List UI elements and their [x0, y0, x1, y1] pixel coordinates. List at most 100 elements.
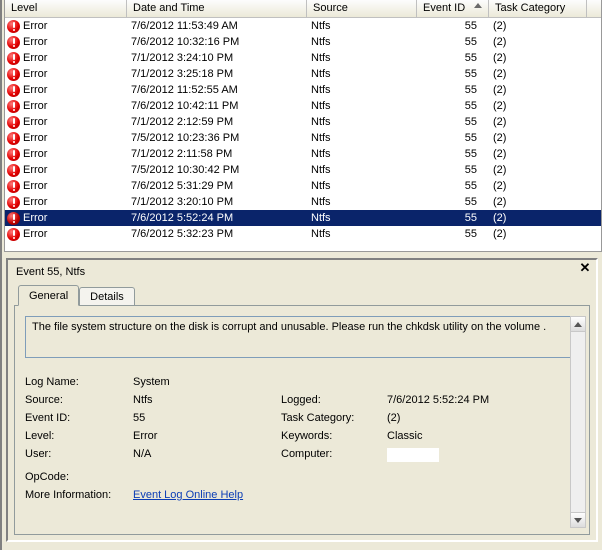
col-header-datetime[interactable]: Date and Time [127, 0, 307, 17]
cell-level: Error [23, 98, 47, 114]
grid-header: Level Date and Time Source Event ID Task… [5, 0, 601, 18]
link-event-log-online-help[interactable]: Event Log Online Help [133, 489, 243, 501]
event-properties: Log Name: System Source: Ntfs Logged: 7/… [25, 376, 579, 501]
tab-general[interactable]: General [18, 285, 79, 306]
cell-level: Error [23, 34, 47, 50]
val-level: Error [133, 430, 281, 442]
col-header-event-id[interactable]: Event ID [417, 0, 489, 17]
error-icon [7, 228, 20, 241]
col-header-event-id-label: Event ID [423, 2, 465, 14]
cell-level: Error [23, 226, 47, 242]
lbl-task-cat: Task Category: [281, 412, 387, 424]
cell-datetime: 7/1/2012 3:25:18 PM [127, 66, 307, 82]
cell-datetime: 7/6/2012 11:53:49 AM [127, 18, 307, 34]
cell-event-id: 55 [417, 98, 489, 114]
details-scrollbar[interactable] [570, 316, 586, 528]
cell-level: Error [23, 18, 47, 34]
error-icon [7, 68, 20, 81]
scroll-down-button[interactable] [571, 512, 585, 527]
table-row[interactable]: Error7/1/2012 3:20:10 PMNtfs55(2) [5, 194, 601, 210]
close-button[interactable]: ✕ [578, 262, 592, 276]
tab-panel-general: The file system structure on the disk is… [14, 305, 590, 535]
cell-task: (2) [489, 178, 587, 194]
cell-event-id: 55 [417, 82, 489, 98]
cell-event-id: 55 [417, 178, 489, 194]
cell-task: (2) [489, 114, 587, 130]
grid-body[interactable]: Error7/6/2012 11:53:49 AMNtfs55(2)Error7… [5, 18, 601, 250]
sort-asc-icon [474, 3, 482, 8]
cell-datetime: 7/1/2012 2:12:59 PM [127, 114, 307, 130]
cell-event-id: 55 [417, 162, 489, 178]
table-row[interactable]: Error7/6/2012 10:42:11 PMNtfs55(2) [5, 98, 601, 114]
cell-task: (2) [489, 98, 587, 114]
table-row[interactable]: Error7/5/2012 10:30:42 PMNtfs55(2) [5, 162, 601, 178]
table-row[interactable]: Error7/1/2012 3:25:18 PMNtfs55(2) [5, 66, 601, 82]
cell-source: Ntfs [307, 98, 417, 114]
cell-level: Error [23, 114, 47, 130]
val-user: N/A [133, 448, 281, 465]
col-header-source[interactable]: Source [307, 0, 417, 17]
val-event-id: 55 [133, 412, 281, 424]
chevron-up-icon [574, 322, 582, 327]
tab-details[interactable]: Details [79, 287, 135, 306]
cell-source: Ntfs [307, 50, 417, 66]
cell-source: Ntfs [307, 34, 417, 50]
chevron-down-icon [574, 518, 582, 523]
val-source: Ntfs [133, 394, 281, 406]
cell-source: Ntfs [307, 146, 417, 162]
cell-event-id: 55 [417, 34, 489, 50]
col-header-task[interactable]: Task Category [489, 0, 587, 17]
cell-task: (2) [489, 194, 587, 210]
cell-datetime: 7/6/2012 5:52:24 PM [127, 210, 307, 226]
cell-task: (2) [489, 130, 587, 146]
cell-task: (2) [489, 18, 587, 34]
cell-event-id: 55 [417, 18, 489, 34]
details-pane: ✕ Event 55, Ntfs General Details The fil… [6, 258, 598, 542]
cell-datetime: 7/1/2012 2:11:58 PM [127, 146, 307, 162]
table-row[interactable]: Error7/1/2012 2:11:58 PMNtfs55(2) [5, 146, 601, 162]
error-icon [7, 164, 20, 177]
lbl-level: Level: [25, 430, 133, 442]
cell-level: Error [23, 130, 47, 146]
table-row[interactable]: Error7/6/2012 5:31:29 PMNtfs55(2) [5, 178, 601, 194]
lbl-event-id: Event ID: [25, 412, 133, 424]
table-row[interactable]: Error7/6/2012 5:52:24 PMNtfs55(2) [5, 210, 601, 226]
cell-level: Error [23, 82, 47, 98]
scroll-up-button[interactable] [571, 317, 585, 332]
cell-source: Ntfs [307, 114, 417, 130]
cell-task: (2) [489, 66, 587, 82]
cell-event-id: 55 [417, 66, 489, 82]
table-row[interactable]: Error7/5/2012 10:23:36 PMNtfs55(2) [5, 130, 601, 146]
cell-source: Ntfs [307, 130, 417, 146]
error-icon [7, 180, 20, 193]
error-icon [7, 52, 20, 65]
cell-source: Ntfs [307, 82, 417, 98]
cell-datetime: 7/6/2012 5:31:29 PM [127, 178, 307, 194]
lbl-user: User: [25, 448, 133, 465]
event-grid: Level Date and Time Source Event ID Task… [4, 0, 602, 252]
error-icon [7, 84, 20, 97]
error-icon [7, 100, 20, 113]
cell-level: Error [23, 50, 47, 66]
cell-source: Ntfs [307, 18, 417, 34]
table-row[interactable]: Error7/6/2012 11:52:55 AMNtfs55(2) [5, 82, 601, 98]
table-row[interactable]: Error7/1/2012 3:24:10 PMNtfs55(2) [5, 50, 601, 66]
table-row[interactable]: Error7/6/2012 5:32:23 PMNtfs55(2) [5, 226, 601, 242]
lbl-logged: Logged: [281, 394, 387, 406]
cell-level: Error [23, 146, 47, 162]
lbl-keywords: Keywords: [281, 430, 387, 442]
cell-level: Error [23, 66, 47, 82]
table-row[interactable]: Error 7/6/2012 11:53:49 AMNtfs55(2) [5, 18, 601, 34]
table-row[interactable]: Error7/6/2012 10:32:16 PMNtfs55(2) [5, 34, 601, 50]
cell-source: Ntfs [307, 226, 417, 242]
error-icon [7, 148, 20, 161]
cell-event-id: 55 [417, 50, 489, 66]
table-row[interactable]: Error7/1/2012 2:12:59 PMNtfs55(2) [5, 114, 601, 130]
tab-strip: General Details [14, 284, 590, 305]
cell-datetime: 7/5/2012 10:30:42 PM [127, 162, 307, 178]
error-icon [7, 116, 20, 129]
error-icon [7, 132, 20, 145]
col-header-level[interactable]: Level [5, 0, 127, 17]
val-computer [387, 448, 567, 465]
cell-task: (2) [489, 210, 587, 226]
